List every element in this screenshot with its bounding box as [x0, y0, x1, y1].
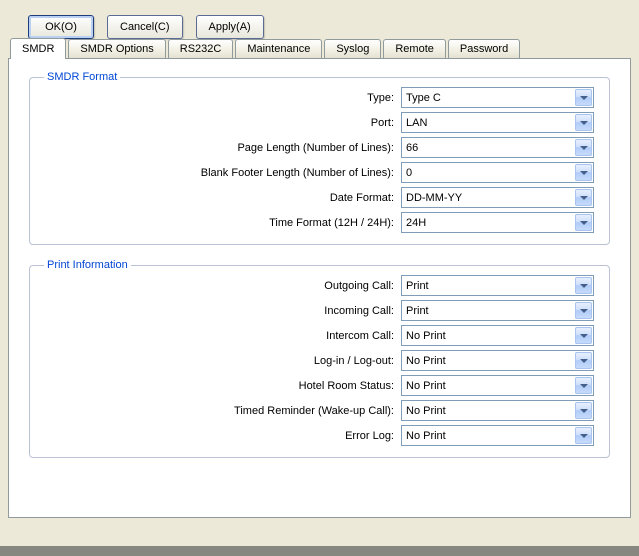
tab-smdr[interactable]: SMDR [10, 38, 66, 59]
combo-timed-reminder[interactable]: No Print [401, 400, 594, 421]
field-row-time-format: Time Format (12H / 24H): 24H [42, 210, 597, 235]
cancel-button[interactable]: Cancel(C) [107, 15, 183, 39]
group-title: SMDR Format [44, 71, 120, 83]
field-label: Time Format (12H / 24H): [269, 217, 394, 229]
combo-selected-value: Type C [406, 92, 441, 104]
field-label: Blank Footer Length (Number of Lines): [201, 167, 394, 179]
field-label: Timed Reminder (Wake-up Call): [234, 405, 394, 417]
tab-bar: SMDRSMDR OptionsRS232CMaintenanceSyslogR… [10, 37, 639, 58]
combo-incoming-call[interactable]: Print [401, 300, 594, 321]
combo-selected-value: LAN [406, 117, 427, 129]
field-row-hotel-room-status: Hotel Room Status: No Print [42, 373, 597, 398]
field-label: Page Length (Number of Lines): [237, 142, 394, 154]
groups-container: SMDR Format Type: Type C Port: LAN Page Lengt… [27, 71, 612, 458]
window-bottom-edge [0, 546, 639, 556]
tab-remote[interactable]: Remote [383, 39, 446, 58]
field-row-incoming-call: Incoming Call: Print [42, 298, 597, 323]
apply-button[interactable]: Apply(A) [196, 15, 264, 39]
field-row-intercom-call: Intercom Call: No Print [42, 323, 597, 348]
combo-selected-value: 66 [406, 142, 418, 154]
combo-selected-value: No Print [406, 380, 446, 392]
field-row-page-length: Page Length (Number of Lines): 66 [42, 135, 597, 160]
field-row-log-in-log-out: Log-in / Log-out: No Print [42, 348, 597, 373]
group-print-information: Print InformationOutgoing Call:PrintInco… [29, 259, 610, 458]
combo-outgoing-call[interactable]: Print [401, 275, 594, 296]
field-label: Port: [371, 117, 394, 129]
combo-selected-value: Print [406, 280, 429, 292]
combo-selected-value: 24H [406, 217, 426, 229]
dropdown-arrow-icon[interactable] [575, 114, 592, 131]
dropdown-arrow-icon[interactable] [575, 164, 592, 181]
group-title: Print Information [44, 259, 131, 271]
combo-type[interactable]: Type C [401, 87, 594, 108]
combo-selected-value: No Print [406, 405, 446, 417]
field-label: Intercom Call: [326, 330, 394, 342]
combo-selected-value: Print [406, 305, 429, 317]
combo-date-format[interactable]: DD-MM-YY [401, 187, 594, 208]
dropdown-arrow-icon[interactable] [575, 302, 592, 319]
dropdown-arrow-icon[interactable] [575, 352, 592, 369]
combo-selected-value: No Print [406, 330, 446, 342]
field-row-timed-reminder: Timed Reminder (Wake-up Call): No Print [42, 398, 597, 423]
tab-syslog[interactable]: Syslog [324, 39, 381, 58]
group-smdr-format: SMDR Format Type: Type C Port: LAN Page Lengt… [29, 71, 610, 245]
combo-hotel-room-status[interactable]: No Print [401, 375, 594, 396]
combo-blank-footer-length[interactable]: 0 [401, 162, 594, 183]
field-row-date-format: Date Format: DD-MM-YY [42, 185, 597, 210]
dropdown-arrow-icon[interactable] [575, 277, 592, 294]
toolbar: OK(O) Cancel(C) Apply(A) [0, 0, 639, 37]
field-label: Type: [367, 92, 394, 104]
dropdown-arrow-icon[interactable] [575, 139, 592, 156]
field-label: Log-in / Log-out: [314, 355, 394, 367]
combo-time-format[interactable]: 24H [401, 212, 594, 233]
field-row-outgoing-call: Outgoing Call: Print [42, 273, 597, 298]
tab-maintenance[interactable]: Maintenance [235, 39, 322, 58]
tab-content-panel: SMDR Format Type: Type C Port: LAN Page Lengt… [8, 58, 631, 518]
combo-selected-value: No Print [406, 355, 446, 367]
field-label: Outgoing Call: [324, 280, 394, 292]
field-label: Incoming Call: [324, 305, 394, 317]
dropdown-arrow-icon[interactable] [575, 402, 592, 419]
ok-button[interactable]: OK(O) [28, 15, 94, 39]
dropdown-arrow-icon[interactable] [575, 377, 592, 394]
tab-rs232c[interactable]: RS232C [168, 39, 234, 58]
field-row-error-log: Error Log: No Print [42, 423, 597, 448]
field-label: Hotel Room Status: [299, 380, 394, 392]
field-row-blank-footer-length: Blank Footer Length (Number of Lines): 0 [42, 160, 597, 185]
combo-selected-value: DD-MM-YY [406, 192, 462, 204]
field-row-type: Type: Type C [42, 85, 597, 110]
field-label: Date Format: [330, 192, 394, 204]
dropdown-arrow-icon[interactable] [575, 89, 592, 106]
smdr-settings-window: OK(O) Cancel(C) Apply(A) SMDRSMDR Option… [0, 0, 639, 518]
field-label: Error Log: [345, 430, 394, 442]
combo-selected-value: No Print [406, 430, 446, 442]
combo-log-in-log-out[interactable]: No Print [401, 350, 594, 371]
combo-port[interactable]: LAN [401, 112, 594, 133]
tab-smdr-options[interactable]: SMDR Options [68, 39, 165, 58]
tab-password[interactable]: Password [448, 39, 520, 58]
combo-error-log[interactable]: No Print [401, 425, 594, 446]
dropdown-arrow-icon[interactable] [575, 327, 592, 344]
combo-page-length[interactable]: 66 [401, 137, 594, 158]
dropdown-arrow-icon[interactable] [575, 214, 592, 231]
combo-intercom-call[interactable]: No Print [401, 325, 594, 346]
dropdown-arrow-icon[interactable] [575, 189, 592, 206]
combo-selected-value: 0 [406, 167, 412, 179]
field-row-port: Port: LAN [42, 110, 597, 135]
dropdown-arrow-icon[interactable] [575, 427, 592, 444]
